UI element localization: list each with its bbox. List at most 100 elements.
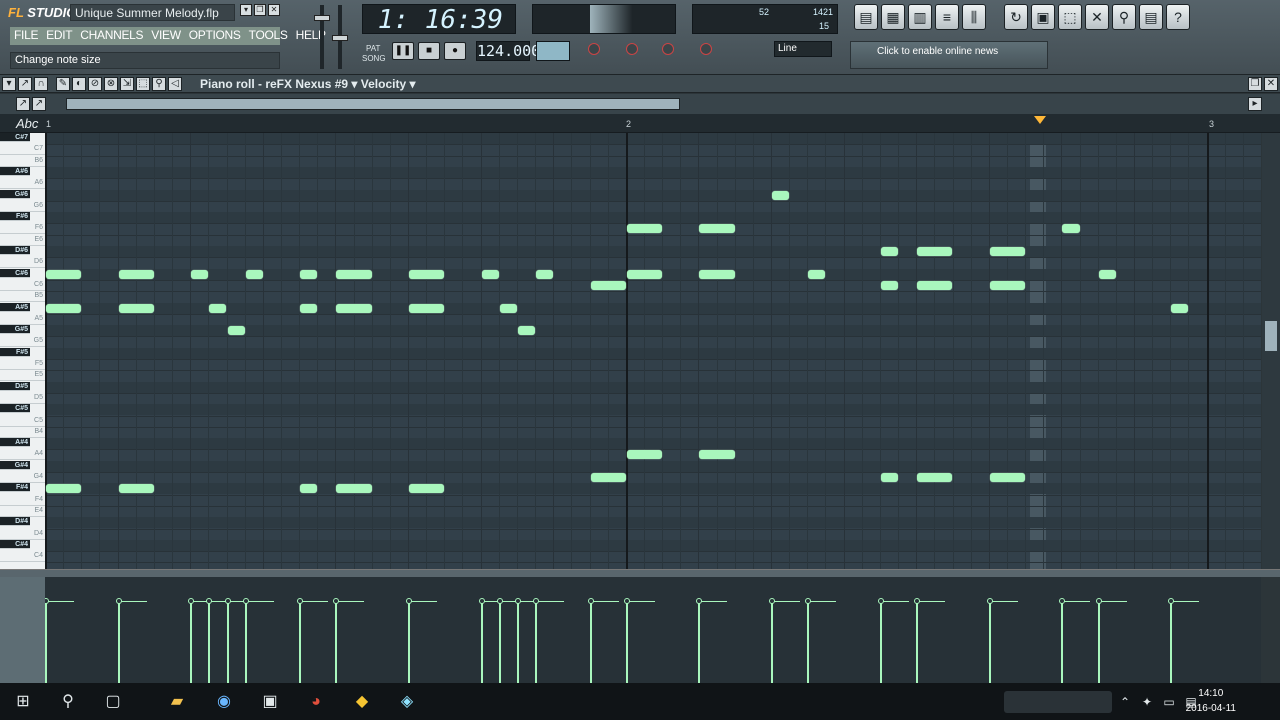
velocity-bar[interactable] — [988, 601, 991, 683]
zoom-tool-icon[interactable]: ⚲ — [152, 77, 166, 91]
note[interactable] — [989, 280, 1026, 290]
velocity-bar[interactable] — [535, 601, 538, 683]
velocity-handle[interactable] — [333, 598, 340, 604]
menu-view[interactable]: VIEW — [147, 27, 184, 45]
velocity-bar[interactable] — [244, 601, 247, 683]
piano-key[interactable]: D#5 — [0, 381, 30, 391]
vertical-scrollbar[interactable] — [1262, 133, 1280, 569]
velocity-bar[interactable] — [226, 601, 229, 683]
piano-key[interactable]: A4 — [0, 449, 45, 461]
select-icon[interactable]: ⬚ — [136, 77, 150, 91]
velocity-bar[interactable] — [117, 601, 120, 683]
piano-key[interactable]: A#4 — [0, 438, 30, 448]
playback-icon[interactable]: ◁ — [168, 77, 182, 91]
velocity-bar[interactable] — [45, 601, 47, 683]
menu-help[interactable]: HELP — [292, 27, 330, 45]
piano-key[interactable]: G#5 — [0, 325, 30, 335]
options-icon[interactable]: ▾ — [2, 77, 16, 91]
song-label[interactable]: SONG — [362, 54, 386, 63]
piano-key[interactable]: E4 — [0, 506, 45, 517]
velocity-handle[interactable] — [115, 598, 122, 604]
velocity-bar[interactable] — [480, 601, 483, 683]
note[interactable] — [300, 303, 318, 313]
note[interactable] — [699, 269, 735, 279]
velocity-handle[interactable] — [514, 598, 521, 604]
note[interactable] — [300, 269, 318, 279]
piano-key[interactable]: C#6 — [0, 268, 30, 278]
recording-toggle[interactable] — [700, 43, 712, 55]
note[interactable] — [917, 247, 953, 256]
note[interactable] — [209, 303, 227, 313]
note[interactable] — [1098, 269, 1116, 279]
velocity-bar[interactable] — [208, 601, 211, 683]
undo-icon[interactable]: ↻ — [1004, 4, 1028, 30]
velocity-handle[interactable] — [914, 598, 921, 604]
pattern-selector[interactable] — [536, 41, 570, 61]
piano-key[interactable]: D#4 — [0, 517, 30, 527]
piano-key[interactable]: C4 — [0, 551, 45, 563]
start-icon[interactable]: ⊞ — [12, 692, 34, 712]
piano-key[interactable]: D#6 — [0, 246, 30, 255]
velocity-bar[interactable] — [625, 601, 628, 683]
browser-icon[interactable]: ≡ — [935, 4, 959, 30]
scroll-right-icon[interactable]: ▸ — [1248, 97, 1262, 111]
piano-key[interactable]: F#5 — [0, 347, 30, 357]
note[interactable] — [46, 269, 82, 279]
note[interactable] — [772, 190, 790, 200]
video-editor-icon[interactable]: ▣ — [259, 692, 281, 712]
piano-key[interactable]: D6 — [0, 257, 45, 269]
note[interactable] — [590, 280, 626, 290]
note[interactable] — [409, 303, 445, 313]
velocity-handle[interactable] — [45, 598, 49, 604]
piano-key[interactable]: G5 — [0, 336, 45, 348]
snap-icon[interactable]: ∩ — [34, 77, 48, 91]
velocity-handle[interactable] — [242, 598, 249, 604]
velocity-handle[interactable] — [406, 598, 412, 604]
song-time-display[interactable]: 1: 16:39 — [362, 4, 516, 35]
velocity-bar[interactable] — [771, 601, 773, 683]
note[interactable] — [118, 303, 154, 313]
note[interactable] — [626, 224, 663, 234]
note[interactable] — [917, 473, 953, 482]
master-volume-slider[interactable] — [314, 5, 330, 69]
piano-key[interactable]: A5 — [0, 314, 45, 325]
piano-key[interactable]: C7 — [0, 144, 45, 156]
mixer-icon[interactable]: ⫼ — [962, 4, 986, 30]
piano-roll-title[interactable]: Piano roll - reFX Nexus #9 ▾ Velocity ▾ — [200, 77, 415, 91]
piano-key[interactable]: G4 — [0, 472, 45, 483]
media-icon[interactable]: ◉ — [213, 692, 235, 712]
note[interactable] — [118, 269, 154, 279]
velocity-handle[interactable] — [587, 598, 594, 604]
velocity-bar[interactable] — [516, 601, 519, 683]
velocity-handle[interactable] — [496, 598, 503, 604]
save-icon[interactable]: ▣ — [1031, 4, 1055, 30]
pat-label[interactable]: PAT — [366, 44, 380, 53]
velocity-handle[interactable] — [206, 598, 213, 604]
velocity-bar[interactable] — [698, 601, 701, 683]
velocity-handle[interactable] — [1059, 598, 1066, 604]
tray-arrow-icon[interactable]: ⌃ — [1114, 692, 1136, 712]
note-grid[interactable] — [45, 133, 1261, 569]
step-sequencer-icon[interactable]: ▦ — [881, 4, 905, 30]
stop-button[interactable]: ■ — [418, 42, 440, 60]
snap-selector[interactable]: Line — [774, 41, 832, 57]
zoom-icon[interactable]: ⚲ — [1112, 4, 1136, 30]
help-icon[interactable]: ? — [1166, 4, 1190, 30]
velocity-bar[interactable] — [1061, 601, 1064, 683]
menu-edit[interactable]: EDIT — [42, 27, 76, 45]
notes-icon[interactable]: ▤ — [1139, 4, 1163, 30]
velocity-bar[interactable] — [1170, 601, 1173, 683]
velocity-bar[interactable] — [1097, 601, 1100, 683]
note[interactable] — [336, 269, 372, 279]
velocity-handle[interactable] — [769, 598, 775, 604]
piano-key[interactable]: E6 — [0, 235, 45, 246]
event-editor-divider[interactable] — [0, 569, 1280, 577]
master-pitch-slider[interactable] — [332, 5, 348, 69]
piano-key[interactable]: G#6 — [0, 189, 30, 199]
velocity-handle[interactable] — [1168, 598, 1175, 604]
battery-icon[interactable]: ▭ — [1158, 692, 1180, 712]
network-icon[interactable]: ✦ — [1136, 692, 1158, 712]
keyboard-labels-button[interactable]: Abc — [16, 116, 44, 131]
note[interactable] — [245, 269, 263, 279]
piano-key[interactable]: E5 — [0, 370, 45, 382]
